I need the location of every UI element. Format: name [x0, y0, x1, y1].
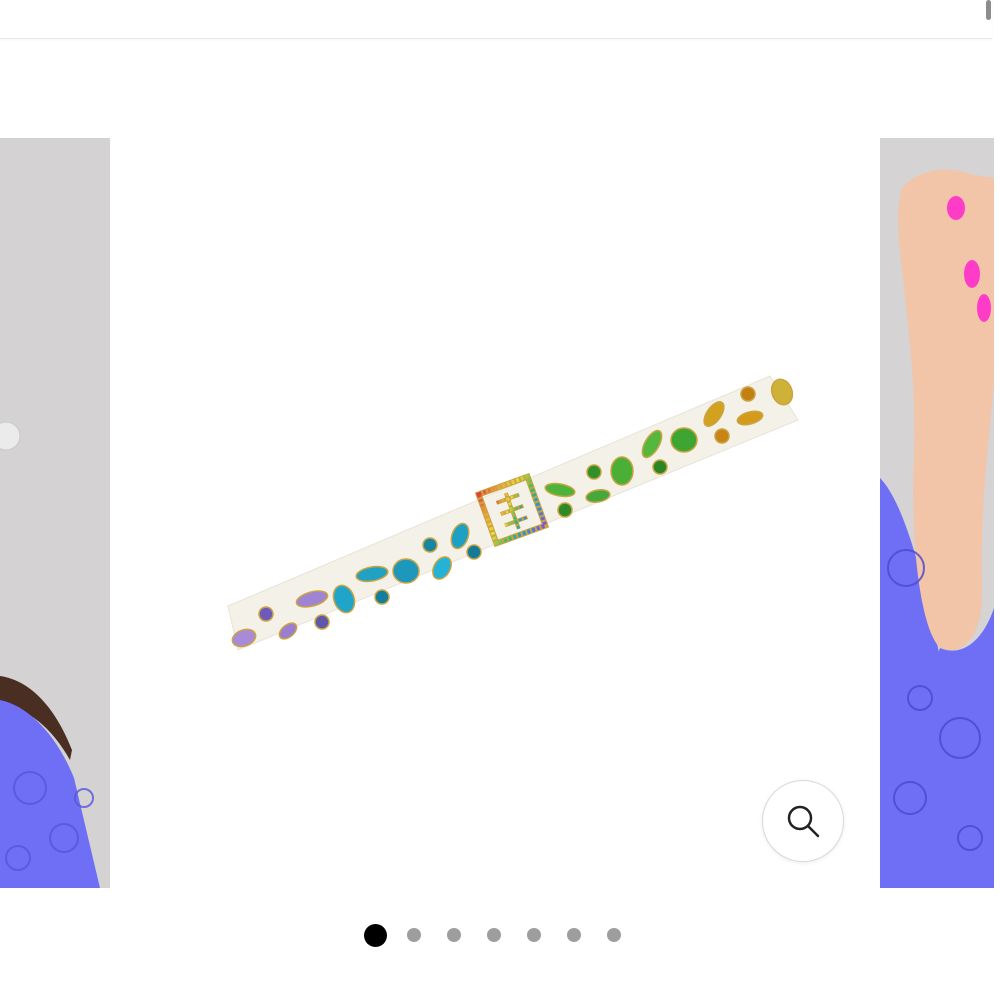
- pagination-dot-4[interactable]: [487, 928, 501, 942]
- magnifier-icon: [787, 805, 820, 838]
- pagination-dot-6[interactable]: [567, 928, 581, 942]
- product-image-gallery[interactable]: [0, 138, 1000, 888]
- gallery-slide-next[interactable]: [880, 138, 994, 888]
- rainbow-crystal-choker-image: [110, 138, 880, 888]
- pagination-dot-1[interactable]: [364, 923, 387, 947]
- gallery-slide-previous[interactable]: [0, 138, 110, 888]
- model-photo-right: [880, 138, 994, 888]
- gallery-slide-current[interactable]: [110, 138, 880, 888]
- top-bar: [0, 0, 992, 39]
- zoom-button[interactable]: [762, 780, 844, 862]
- slide-pagination-dots: [364, 922, 621, 948]
- pagination-dot-3[interactable]: [447, 928, 461, 942]
- pagination-dot-5[interactable]: [527, 928, 541, 942]
- scrollbar-thumb[interactable]: [986, 0, 991, 20]
- pagination-dot-2[interactable]: [407, 928, 421, 942]
- model-photo-left: [0, 138, 110, 888]
- pagination-dot-7[interactable]: [607, 928, 621, 942]
